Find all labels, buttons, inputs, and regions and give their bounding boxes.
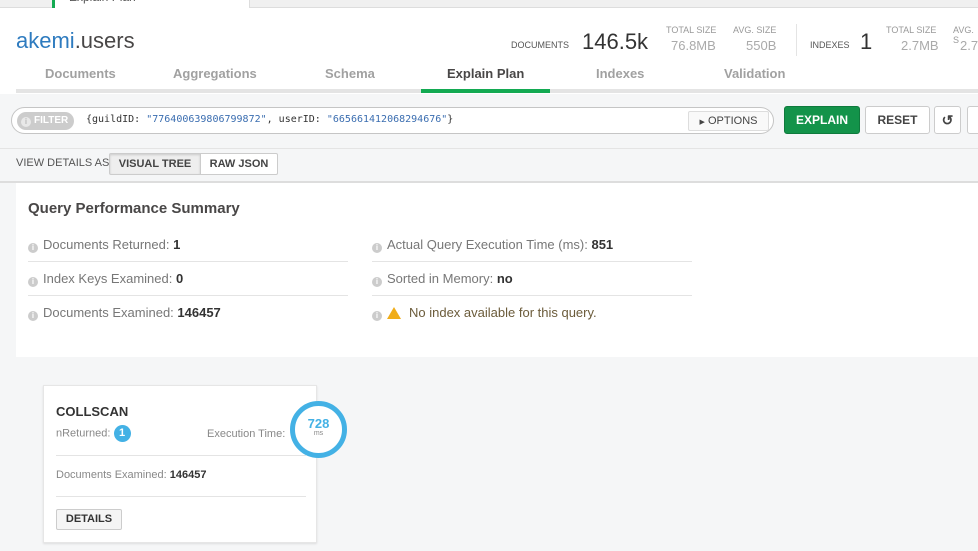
no-index-warning-row: i No index available for this query. [372, 296, 692, 330]
total-size-label: TOTAL SIZE [666, 25, 717, 35]
database-name[interactable]: akemi [16, 28, 75, 53]
collscan-stage-card: COLLSCAN nReturned: 1 Execution Time: Do… [43, 385, 317, 543]
docs-examined: Documents Examined: 146457 [56, 469, 206, 481]
tab-validation[interactable]: Validation [724, 66, 785, 81]
stage-name: COLLSCAN [56, 404, 129, 419]
row-value: 146457 [177, 305, 221, 320]
query-performance-summary: Query Performance Summary i Documents Ret… [16, 183, 978, 357]
window-tab-explain-plan[interactable]: Explain Plan [52, 0, 250, 8]
query-string: "776400639806799872" [146, 114, 267, 125]
explain-button[interactable]: EXPLAIN [784, 106, 860, 134]
query-string: "665661412068294676" [326, 114, 448, 125]
row-value: 0 [175, 271, 184, 286]
nreturned-label: nReturned: [56, 427, 111, 440]
query-text: , userID: [266, 114, 327, 125]
info-icon: i [372, 243, 382, 253]
avg-size-value: 550B [746, 38, 777, 53]
query-text: {guildID: [86, 114, 147, 125]
details-button[interactable]: DETAILS [56, 509, 122, 530]
row-label: Sorted in Memory: [387, 271, 494, 286]
options-button[interactable]: ▶ OPTIONS [688, 111, 769, 131]
row-value: 1 [173, 237, 181, 252]
index-total-size-value: 2.7MB [901, 38, 939, 53]
raw-json-button[interactable]: RAW JSON [200, 153, 278, 175]
options-label: OPTIONS [707, 115, 758, 127]
index-avg-size-value: 2.7 [960, 38, 978, 53]
divider [0, 148, 978, 149]
view-details-label: VIEW DETAILS AS [16, 157, 110, 169]
info-icon: i [28, 243, 38, 253]
history-icon[interactable]: ↺ [934, 106, 961, 134]
indexes-count: 1 [860, 29, 873, 54]
tab-explain-plan[interactable]: Explain Plan [447, 66, 524, 81]
execution-time-value: 728 [307, 416, 330, 431]
docs-examined-label: Documents Examined: [56, 469, 167, 481]
nreturned: nReturned: 1 [56, 425, 131, 442]
tab-documents[interactable]: Documents [45, 66, 116, 81]
tab-aggregations[interactable]: Aggregations [173, 66, 257, 81]
row-label: Documents Examined: [43, 305, 174, 320]
row-label: Actual Query Execution Time (ms): [387, 237, 588, 252]
documents-count: 146.5k [582, 29, 649, 54]
filter-bar: i FILTER {guildID: "776400639806799872", … [11, 107, 774, 134]
info-icon: i [372, 311, 382, 321]
execution-time-unit: ms [313, 430, 324, 437]
index-keys-examined-row: i Index Keys Examined: 0 [28, 262, 348, 296]
collection-name: .users [74, 28, 135, 53]
documents-returned-row: i Documents Returned: 1 [28, 228, 348, 262]
tab-schema[interactable]: Schema [325, 66, 375, 81]
tab-indexes[interactable]: Indexes [596, 66, 644, 81]
collection-title: akemi.users [16, 28, 135, 54]
execution-time-gauge: 728 ms [290, 401, 347, 458]
divider [56, 455, 306, 456]
row-value: no [496, 271, 513, 286]
summary-title: Query Performance Summary [28, 200, 240, 217]
visual-tree-button[interactable]: VISUAL TREE [109, 153, 201, 175]
filter-input[interactable]: {guildID: "776400639806799872", userID: … [86, 114, 453, 125]
reset-button[interactable]: RESET [865, 106, 930, 134]
row-label: Documents Returned: [43, 237, 170, 252]
query-text: } [447, 114, 454, 125]
row-value: 851 [591, 237, 614, 252]
row-label: Index Keys Examined: [43, 271, 173, 286]
filter-pill: i FILTER [17, 112, 74, 130]
warning-text: No index available for this query. [409, 305, 597, 320]
collection-header [0, 8, 978, 94]
divider [56, 496, 306, 497]
sorted-in-memory-row: i Sorted in Memory: no [372, 262, 692, 296]
info-icon: i [21, 117, 31, 127]
documents-label: DOCUMENTS [511, 40, 569, 50]
docs-examined-value: 146457 [169, 469, 207, 481]
documents-examined-row: i Documents Examined: 146457 [28, 296, 348, 330]
nreturned-badge: 1 [113, 425, 131, 442]
avg-size-label: AVG. SIZE [733, 25, 777, 35]
execution-time-row: i Actual Query Execution Time (ms): 851 [372, 228, 692, 262]
execution-time-label: Execution Time: [207, 428, 286, 440]
filter-pill-label: FILTER [34, 115, 69, 126]
total-size-value: 76.8MB [671, 38, 716, 53]
index-total-size-label: TOTAL SIZE [886, 25, 937, 35]
info-icon: i [372, 277, 382, 287]
more-button[interactable] [967, 106, 978, 134]
warning-icon [387, 307, 401, 319]
caret-right-icon: ▶ [699, 119, 705, 126]
stats-divider [796, 24, 797, 56]
info-icon: i [28, 311, 38, 321]
indexes-label: INDEXES [810, 40, 850, 50]
active-tab-indicator [421, 89, 550, 93]
info-icon: i [28, 277, 38, 287]
